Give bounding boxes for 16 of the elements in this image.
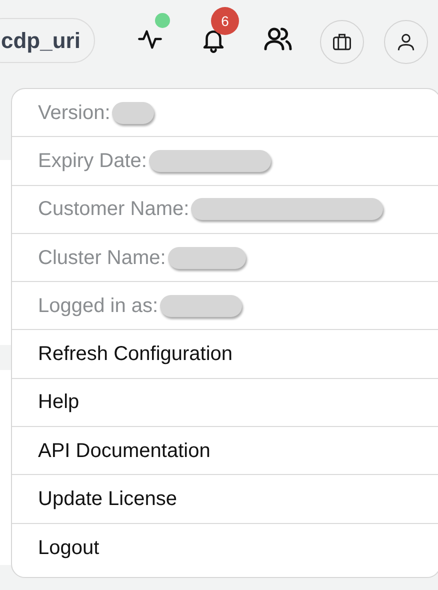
menu-item[interactable]: Update License xyxy=(12,475,438,524)
info-label: Customer Name: xyxy=(38,197,190,222)
briefcase-icon xyxy=(331,31,353,53)
context-chip[interactable]: cdp_uri xyxy=(0,18,96,63)
menu-item[interactable]: Refresh Configuration xyxy=(12,330,438,379)
info-label: Expiry Date: xyxy=(38,148,147,174)
info-label: Version: xyxy=(38,100,110,126)
user-icon xyxy=(395,31,417,53)
menu-item[interactable]: Help xyxy=(12,378,438,428)
menu-item[interactable]: Logout xyxy=(12,524,438,572)
info-label: Logged in as: xyxy=(38,294,158,319)
menu-item[interactable]: API Documentation xyxy=(12,427,438,476)
notification-badge: 6 xyxy=(211,7,239,35)
info-label: Cluster Name: xyxy=(38,246,166,271)
briefcase-button[interactable] xyxy=(320,20,364,64)
profile-button[interactable] xyxy=(384,20,428,64)
